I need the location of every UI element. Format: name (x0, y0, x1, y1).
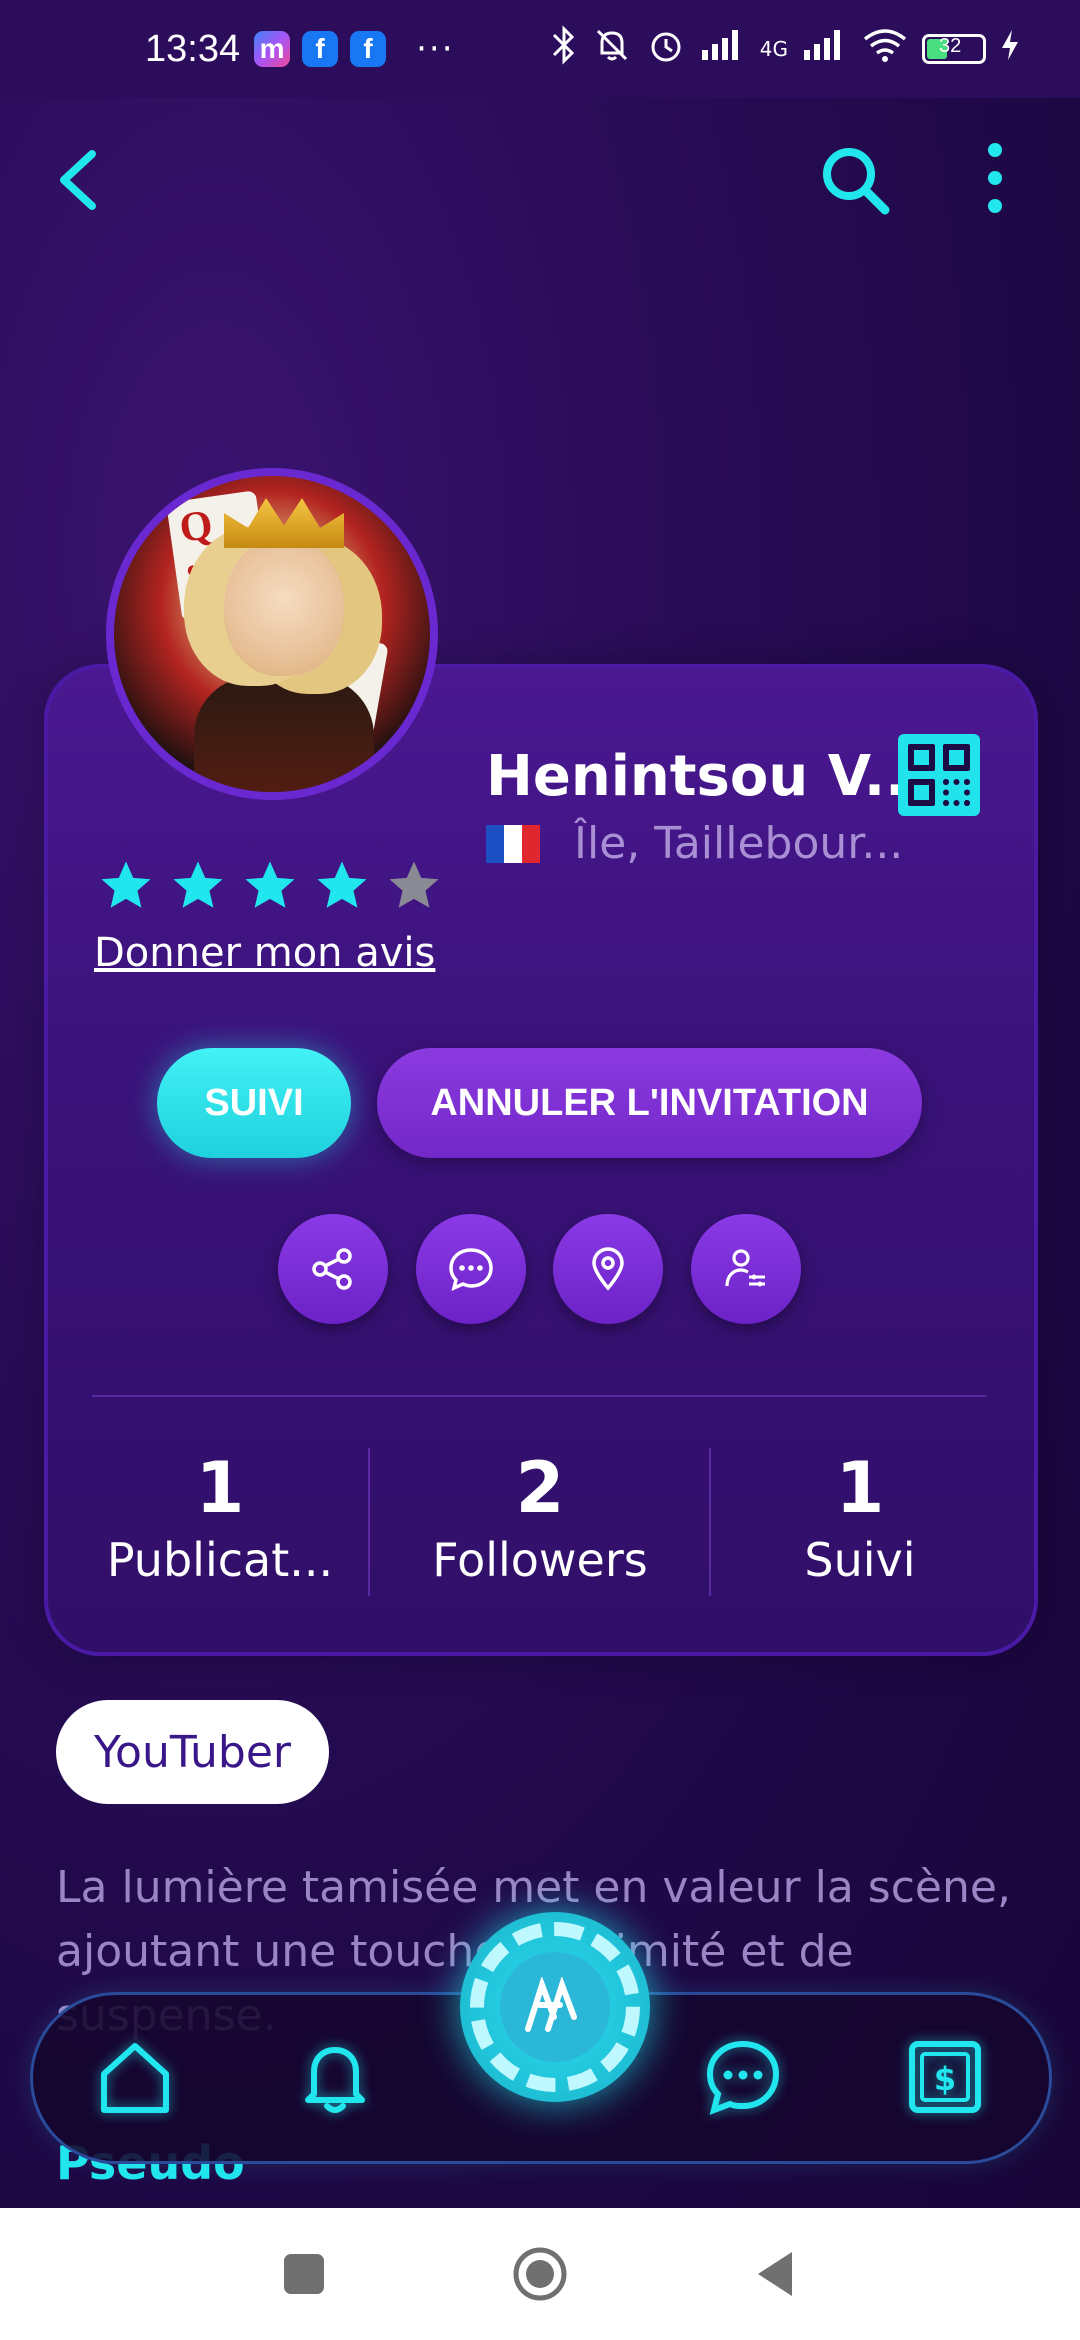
stat-value: 2 (515, 1447, 565, 1529)
search-button[interactable] (815, 140, 895, 220)
location-pin-icon (592, 1247, 624, 1291)
message-button[interactable] (416, 1214, 526, 1324)
avatar-figure-face (224, 536, 344, 676)
home-icon (101, 2043, 169, 2113)
follow-button[interactable]: SUIVI (157, 1048, 351, 1158)
more-notifications-icon: ··· (416, 29, 455, 69)
give-review-link[interactable]: Donner mon avis (94, 930, 435, 976)
back-system-button[interactable] (748, 2244, 808, 2304)
star-empty-icon[interactable] (386, 858, 442, 914)
square-icon (284, 2254, 324, 2294)
qr-code-button[interactable] (898, 734, 980, 816)
circle-icon (513, 2247, 567, 2301)
stat-following[interactable]: 1 Suivi (730, 1447, 990, 1588)
stat-publications[interactable]: 1 Publicat... (90, 1447, 350, 1588)
star-filled-icon[interactable] (314, 858, 370, 914)
status-time: 13:34 (145, 27, 241, 70)
avatar-figure-body (194, 676, 374, 792)
nav-messages[interactable] (700, 2034, 786, 2120)
charging-icon (1000, 28, 1020, 70)
qr-code-icon-part (908, 779, 935, 806)
more-vertical-icon (988, 143, 1002, 213)
safe-icon: $ (909, 2041, 981, 2113)
qr-code-icon (908, 744, 935, 771)
more-options-button[interactable] (975, 140, 1015, 220)
status-icons: 4G 32 (550, 25, 1020, 73)
location-button[interactable] (553, 1214, 663, 1324)
svg-text:$: $ (934, 2060, 956, 2098)
bluetooth-icon (550, 25, 578, 73)
home-system-button[interactable] (510, 2244, 570, 2304)
star-filled-icon[interactable] (98, 858, 154, 914)
user-settings-button[interactable] (691, 1214, 801, 1324)
triangle-back-icon (758, 2252, 792, 2296)
chat-icon (449, 1248, 493, 1292)
stat-label: Suivi (804, 1533, 916, 1587)
mute-icon (592, 25, 632, 73)
stat-separator (709, 1448, 711, 1596)
profile-tag: YouTuber (56, 1700, 330, 1804)
system-navigation-bar (0, 2208, 1080, 2340)
search-icon (823, 148, 890, 215)
stat-followers[interactable]: 2 Followers (410, 1447, 670, 1588)
qr-code-icon-part (943, 779, 970, 806)
battery-icon: 32 (922, 34, 986, 64)
poker-chip-button[interactable] (460, 1912, 650, 2102)
profile-avatar[interactable]: Q♥ ♥ (106, 468, 438, 800)
battery-level: 32 (939, 35, 962, 57)
share-icon (312, 1248, 352, 1290)
profile-name: Henintsou V... (486, 744, 928, 809)
signal-icon (802, 28, 848, 70)
poker-chip-center (500, 1952, 610, 2062)
france-flag-icon (486, 824, 540, 863)
profile-screen: 13:34 m f f ··· 4G 32 Q ♥ Henintsou V...… (0, 0, 1080, 2208)
wifi-icon (862, 27, 908, 71)
facebook-icon: f (350, 31, 387, 67)
poker-chip-icon (470, 1922, 640, 2092)
nav-wallet[interactable]: $ (902, 2034, 988, 2120)
messenger-icon: m (254, 31, 291, 67)
signal-icon (700, 28, 746, 70)
profile-location: Île, Taillebour... (486, 818, 903, 869)
star-filled-icon[interactable] (242, 858, 298, 914)
chat-icon (706, 2040, 780, 2115)
card-divider (92, 1395, 986, 1397)
cancel-invitation-button[interactable]: ANNULER L'INVITATION (377, 1048, 922, 1158)
share-button[interactable] (278, 1214, 388, 1324)
stat-label: Followers (432, 1533, 648, 1587)
recent-apps-button[interactable] (274, 2244, 334, 2304)
facebook-icon: f (302, 31, 339, 67)
bell-icon (305, 2047, 365, 2113)
stat-label: Publicat... (106, 1533, 334, 1587)
stat-value: 1 (835, 1447, 885, 1529)
location-text: Île, Taillebour... (574, 818, 904, 869)
rating-stars[interactable] (98, 858, 442, 914)
chevron-left-icon (60, 150, 96, 210)
alarm-icon (646, 25, 686, 73)
status-bar: 13:34 m f f ··· 4G 32 (0, 0, 1080, 98)
qr-code-icon-part (943, 744, 970, 771)
user-settings-icon (725, 1249, 765, 1287)
nav-home[interactable] (92, 2034, 178, 2120)
stat-separator (368, 1448, 370, 1596)
back-button[interactable] (50, 140, 110, 220)
star-filled-icon[interactable] (170, 858, 226, 914)
nav-notifications[interactable] (292, 2034, 378, 2120)
stat-value: 1 (195, 1447, 245, 1529)
app-logo-icon (525, 1977, 577, 2032)
network-type: 4G (759, 37, 788, 61)
